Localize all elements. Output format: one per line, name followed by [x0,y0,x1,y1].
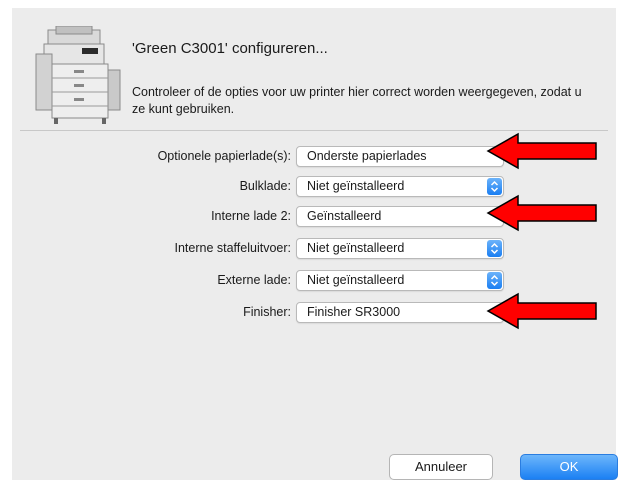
option-row-external-tray: Externe lade: Niet geïnstalleerd [12,270,616,292]
select-value: Finisher SR3000 [307,305,401,319]
internal-tray-2-select[interactable]: Geïnstalleerd [296,206,504,227]
dialog-description: Controleer of de opties voor uw printer … [132,85,582,116]
chevron-updown-icon [487,178,502,195]
option-row-internal-shift-tray: Interne staffeluitvoer: Niet geïnstallee… [12,238,616,260]
option-label: Finisher: [243,305,291,319]
red-arrow-icon [486,132,597,170]
option-label: Optionele papierlade(s): [157,149,291,163]
paper-trays-select[interactable]: Onderste papierlades [296,146,504,167]
ok-button[interactable]: OK [520,454,618,480]
option-label: Externe lade: [217,273,291,287]
red-arrow-icon [486,292,597,330]
cancel-button[interactable]: Annuleer [389,454,493,480]
option-label: Interne lade 2: [211,209,291,223]
external-tray-select[interactable]: Niet geïnstalleerd [296,270,504,291]
finisher-select[interactable]: Finisher SR3000 [296,302,504,323]
bulk-tray-select[interactable]: Niet geïnstalleerd [296,176,504,197]
option-label: Bulklade: [239,179,291,193]
printer-options-dialog: 'Green C3001' configureren... Controleer… [12,8,618,480]
printer-icon [35,26,121,124]
select-value: Onderste papierlades [307,149,427,163]
select-value: Niet geïnstalleerd [307,241,405,255]
dialog-title: 'Green C3001' configureren... [132,40,328,57]
divider [20,130,608,131]
chevron-updown-icon [487,240,502,257]
option-label: Interne staffeluitvoer: [174,241,291,255]
select-value: Niet geïnstalleerd [307,273,405,287]
select-value: Geïnstalleerd [307,209,382,223]
select-value: Niet geïnstalleerd [307,179,405,193]
chevron-updown-icon [487,272,502,289]
internal-shift-tray-select[interactable]: Niet geïnstalleerd [296,238,504,259]
red-arrow-icon [486,194,597,232]
